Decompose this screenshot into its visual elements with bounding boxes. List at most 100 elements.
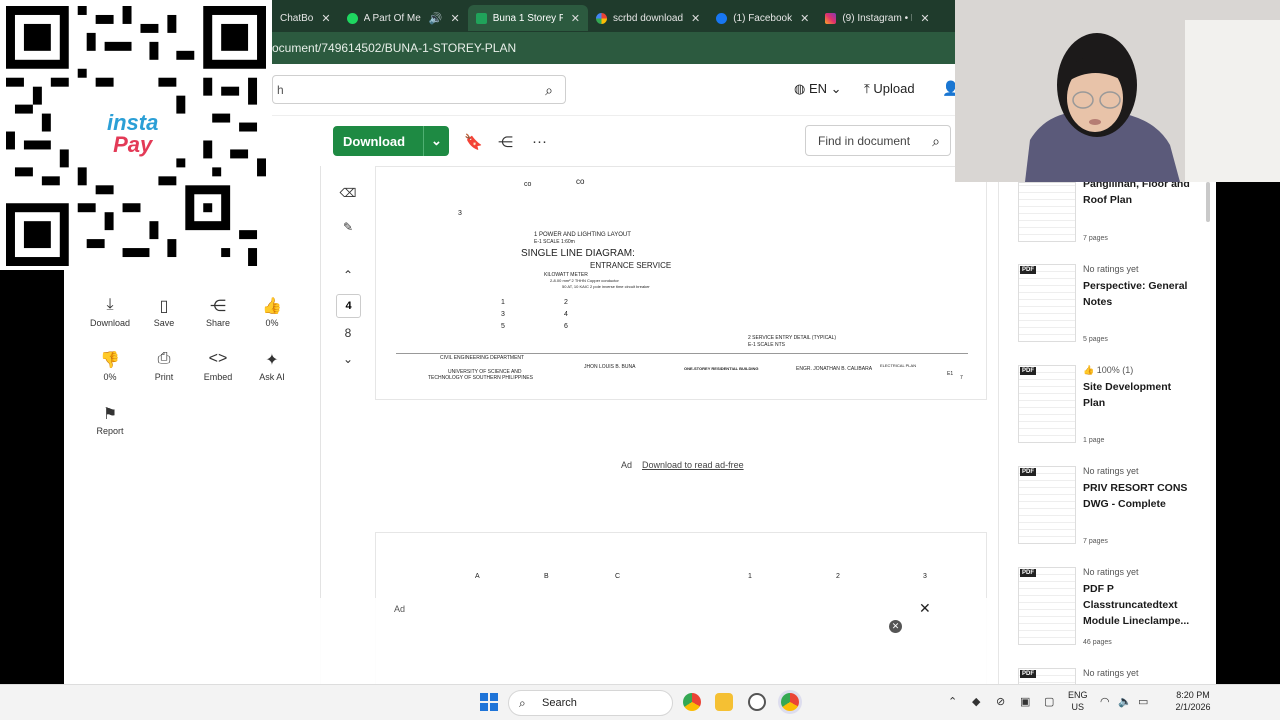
dislike-action[interactable]: 👎 0%	[86, 350, 134, 396]
more-icon[interactable]: ···	[532, 133, 547, 150]
like-action[interactable]: 👍 0%	[248, 296, 296, 342]
notification-icon[interactable]: ▢	[1044, 695, 1054, 708]
windows-start-icon[interactable]	[480, 693, 498, 711]
facebook-icon	[716, 12, 728, 24]
search-icon[interactable]: ⌕	[932, 133, 940, 150]
battery-icon[interactable]: ▭	[1138, 695, 1148, 708]
chevron-up-icon[interactable]: ⌃	[948, 695, 957, 708]
mic-off-icon[interactable]: ⊘	[996, 695, 1005, 708]
embed-action[interactable]: <> Embed	[194, 350, 242, 396]
page-number-input[interactable]: 4	[336, 294, 361, 318]
close-icon[interactable]: ✕	[691, 12, 700, 25]
close-icon[interactable]: ✕	[321, 12, 330, 25]
search-input[interactable]: h ⌕	[272, 75, 566, 104]
related-title[interactable]: PRIV RESORT CONS DWG - Complete	[1083, 480, 1193, 512]
document-thumbnail[interactable]	[1018, 365, 1076, 443]
chevron-up-icon[interactable]: ⌃	[334, 268, 362, 282]
ask-ai-action[interactable]: ✦ Ask AI	[248, 350, 296, 396]
file-explorer-icon[interactable]	[715, 693, 733, 711]
url-text: ocument/749614502/BUNA-1-STOREY-PLAN	[272, 41, 517, 55]
page-count: 5 pages	[1083, 336, 1108, 343]
google-icon	[595, 12, 607, 24]
close-icon[interactable]: ✕	[571, 12, 580, 25]
document-thumbnail[interactable]	[1018, 264, 1076, 342]
speaker-icon[interactable]: 🔊	[429, 12, 443, 25]
search-icon[interactable]: ⌕	[545, 82, 553, 99]
close-icon[interactable]: ✕	[800, 12, 809, 25]
tab-google[interactable]: scrbd download ✕	[588, 5, 708, 31]
address-bar[interactable]: ocument/749614502/BUNA-1-STOREY-PLAN	[272, 32, 955, 64]
action-label: Share	[205, 318, 231, 328]
bookmark-icon[interactable]: 🔖	[464, 133, 483, 151]
volume-icon[interactable]: 🔈	[1118, 695, 1132, 708]
language-indicator[interactable]: ENG US	[1068, 689, 1088, 713]
pdf-badge: PDF	[1020, 266, 1036, 274]
find-in-document-input[interactable]: Find in document ⌕	[805, 125, 951, 156]
chevron-down-icon[interactable]: ⌄	[423, 126, 449, 156]
chevron-down-icon[interactable]: ⌄	[334, 352, 362, 366]
upload-button[interactable]: ⤒ Upload	[864, 81, 915, 97]
tab-instagram[interactable]: (9) Instagram • M ✕	[817, 5, 937, 31]
webcam-person	[955, 0, 1280, 182]
highlight-icon[interactable]: ⌫	[334, 186, 362, 200]
tab-scribd[interactable]: Buna 1 Storey Pl ✕	[467, 5, 588, 31]
pdf-badge: PDF	[1020, 468, 1036, 476]
chrome-icon[interactable]	[683, 693, 701, 711]
tab-facebook[interactable]: (1) Facebook ✕	[708, 5, 817, 31]
close-icon[interactable]: ✕	[920, 12, 929, 25]
drawing-text: co	[576, 177, 585, 186]
rating: 👍 100% (1)	[1083, 365, 1133, 376]
share-icon[interactable]: ⋲	[498, 133, 513, 151]
document-thumbnail[interactable]	[1018, 466, 1076, 544]
title-block-text: JHON LOUIS B. BUNA	[584, 364, 636, 370]
grid-label: B	[544, 573, 549, 580]
scrollbar[interactable]	[1204, 182, 1212, 682]
related-title[interactable]: Site Development Plan	[1083, 379, 1193, 411]
clock[interactable]: 8:20 PM 2/1/2026	[1163, 689, 1223, 713]
close-ad-icon[interactable]: ✕	[889, 620, 902, 633]
pencil-icon[interactable]: ✎	[334, 220, 362, 234]
close-icon[interactable]: ✕	[451, 12, 460, 25]
display-icon[interactable]: ▣	[1020, 695, 1030, 708]
language-selector[interactable]: ◍ EN ⌄	[794, 81, 842, 97]
chrome-active-icon[interactable]	[781, 693, 799, 711]
wifi-icon[interactable]: ◠	[1100, 695, 1110, 708]
time: 8:20 PM	[1176, 690, 1210, 700]
printer-icon: ⎙	[157, 350, 171, 367]
download-button[interactable]: Download ⌄	[333, 126, 449, 156]
save-action[interactable]: ▯ Save	[140, 296, 188, 342]
scrollbar-thumb[interactable]	[1206, 182, 1210, 222]
page-count: 1 page	[1083, 437, 1105, 444]
app-icon[interactable]	[748, 693, 766, 711]
download-action[interactable]: ⤓ Download	[86, 296, 134, 342]
search-label: Search	[542, 697, 577, 709]
logo-text: insta	[107, 110, 159, 135]
thumbs-up-icon: 👍	[1083, 365, 1095, 375]
grid-label: 3	[923, 573, 927, 580]
print-action[interactable]: ⎙ Print	[140, 350, 188, 396]
tab-chatbot[interactable]: ChatBo ✕	[272, 5, 339, 31]
page-count: 7 pages	[1083, 538, 1108, 545]
ad-tag: Ad	[394, 604, 406, 614]
like-percent: 0%	[265, 318, 279, 328]
tab-spotify[interactable]: A Part Of Me 🔊 ✕	[339, 5, 468, 31]
related-title[interactable]: PDF P Classtruncatedtext Module Lineclam…	[1083, 581, 1193, 629]
tray-app-icon[interactable]: ◆	[972, 695, 980, 708]
tab-title: ChatBo	[280, 12, 314, 24]
drawing-title: SINGLE LINE DIAGRAM:	[521, 248, 635, 259]
close-icon[interactable]: ✕	[919, 600, 931, 617]
drawing-text: 50 AT, 10 KAIC 2 pole inverse time circu…	[562, 284, 650, 289]
related-title[interactable]: Perspective: General Notes	[1083, 278, 1193, 310]
document-thumbnail[interactable]	[1018, 567, 1076, 645]
taskbar-search[interactable]: ⌕ Search	[508, 690, 673, 716]
page-count: 7 pages	[1083, 235, 1108, 242]
instagram-icon	[825, 12, 837, 24]
share-action[interactable]: ⋲ Share	[194, 296, 242, 342]
action-label: Report	[96, 426, 124, 436]
ad-free-link[interactable]: Download to read ad-free	[642, 460, 744, 470]
report-action[interactable]: ⚑ Report	[86, 404, 134, 450]
tab-title: A Part Of Me	[363, 12, 421, 24]
document-thumbnail[interactable]	[1018, 182, 1076, 242]
region-code: US	[1071, 702, 1085, 712]
drawing-text: 1 POWER AND LIGHTING LAYOUT	[534, 232, 631, 238]
